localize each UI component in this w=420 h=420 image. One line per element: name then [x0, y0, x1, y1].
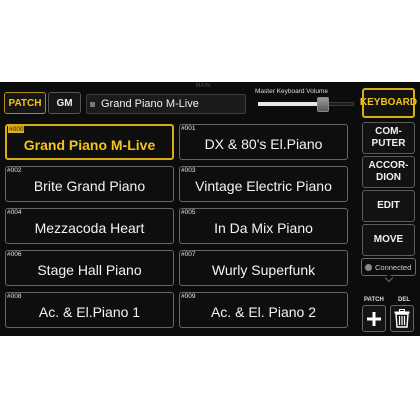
patch-cell[interactable]: #004 Mezzacoda Heart [5, 208, 174, 244]
patch-name: Ac. & El.Piano 1 [38, 304, 141, 320]
patch-number: #004 [7, 209, 22, 216]
patch-action-label: PATCH [364, 297, 384, 303]
slider-handle[interactable] [317, 97, 330, 112]
current-patch-display: Grand Piano M-Live [86, 94, 246, 114]
edit-button[interactable]: EDIT [362, 190, 415, 222]
patch-number: #000 [8, 126, 25, 133]
patch-name: Grand Piano M-Live [23, 137, 156, 153]
accordion-label-2: DION [376, 172, 401, 183]
patch-number: #002 [7, 167, 22, 174]
trash-icon [394, 309, 410, 328]
patch-cell[interactable]: #008 Ac. & El.Piano 1 [5, 292, 174, 328]
master-volume-slider[interactable] [258, 100, 354, 109]
tab-patch[interactable]: PATCH [4, 92, 46, 114]
patch-number: #009 [181, 293, 196, 300]
current-patch-name: Grand Piano M-Live [101, 98, 199, 110]
square-icon [90, 101, 95, 107]
patch-name: Brite Grand Piano [33, 178, 146, 194]
patch-name: Ac. & El. Piano 2 [210, 304, 317, 320]
patch-cell[interactable]: #007 Wurly Superfunk [179, 250, 348, 286]
patch-number: #008 [7, 293, 22, 300]
add-patch-button[interactable] [362, 305, 386, 332]
patch-number: #003 [181, 167, 196, 174]
patch-name: In Da Mix Piano [214, 220, 313, 236]
patch-cell[interactable]: #003 Vintage Electric Piano [179, 166, 348, 202]
screen-title: MAIN [196, 83, 211, 89]
patch-number: #005 [181, 209, 196, 216]
patch-name: Mezzacoda Heart [34, 220, 145, 236]
del-action-label: DEL [398, 297, 410, 303]
computer-label-1: COM- [375, 126, 402, 137]
computer-button[interactable]: COM- PUTER [362, 122, 415, 154]
patch-number: #007 [181, 251, 196, 258]
move-button[interactable]: MOVE [362, 224, 415, 256]
patch-cell[interactable]: #001 DX & 80's El.Piano [179, 124, 348, 160]
patch-cell[interactable]: #005 In Da Mix Piano [179, 208, 348, 244]
patch-name: DX & 80's El.Piano [204, 136, 323, 152]
patch-number: #006 [7, 251, 22, 258]
patch-name: Stage Hall Piano [37, 262, 142, 278]
accordion-button[interactable]: ACCOR- DION [362, 156, 415, 188]
patch-cell[interactable]: #000 Grand Piano M-Live [5, 124, 174, 160]
tab-gm[interactable]: GM [48, 92, 81, 114]
plus-icon [367, 311, 381, 326]
delete-patch-button[interactable] [390, 305, 414, 332]
keyboard-button[interactable]: KEYBOARD [360, 88, 417, 118]
master-volume-label: Master Keyboard Volume [255, 88, 328, 95]
globe-icon [365, 263, 372, 271]
patch-cell[interactable]: #006 Stage Hall Piano [5, 250, 174, 286]
patch-number: #001 [181, 125, 196, 132]
patch-cell[interactable]: #002 Brite Grand Piano [5, 166, 174, 202]
accordion-label-1: ACCOR- [368, 160, 409, 171]
patch-cell[interactable]: #009 Ac. & El. Piano 2 [179, 292, 348, 328]
slider-fill [258, 102, 324, 106]
computer-label-2: PUTER [371, 138, 406, 149]
patch-name: Vintage Electric Piano [195, 178, 332, 194]
patch-name: Wurly Superfunk [211, 262, 316, 278]
connection-status-text: Connected [375, 262, 412, 272]
